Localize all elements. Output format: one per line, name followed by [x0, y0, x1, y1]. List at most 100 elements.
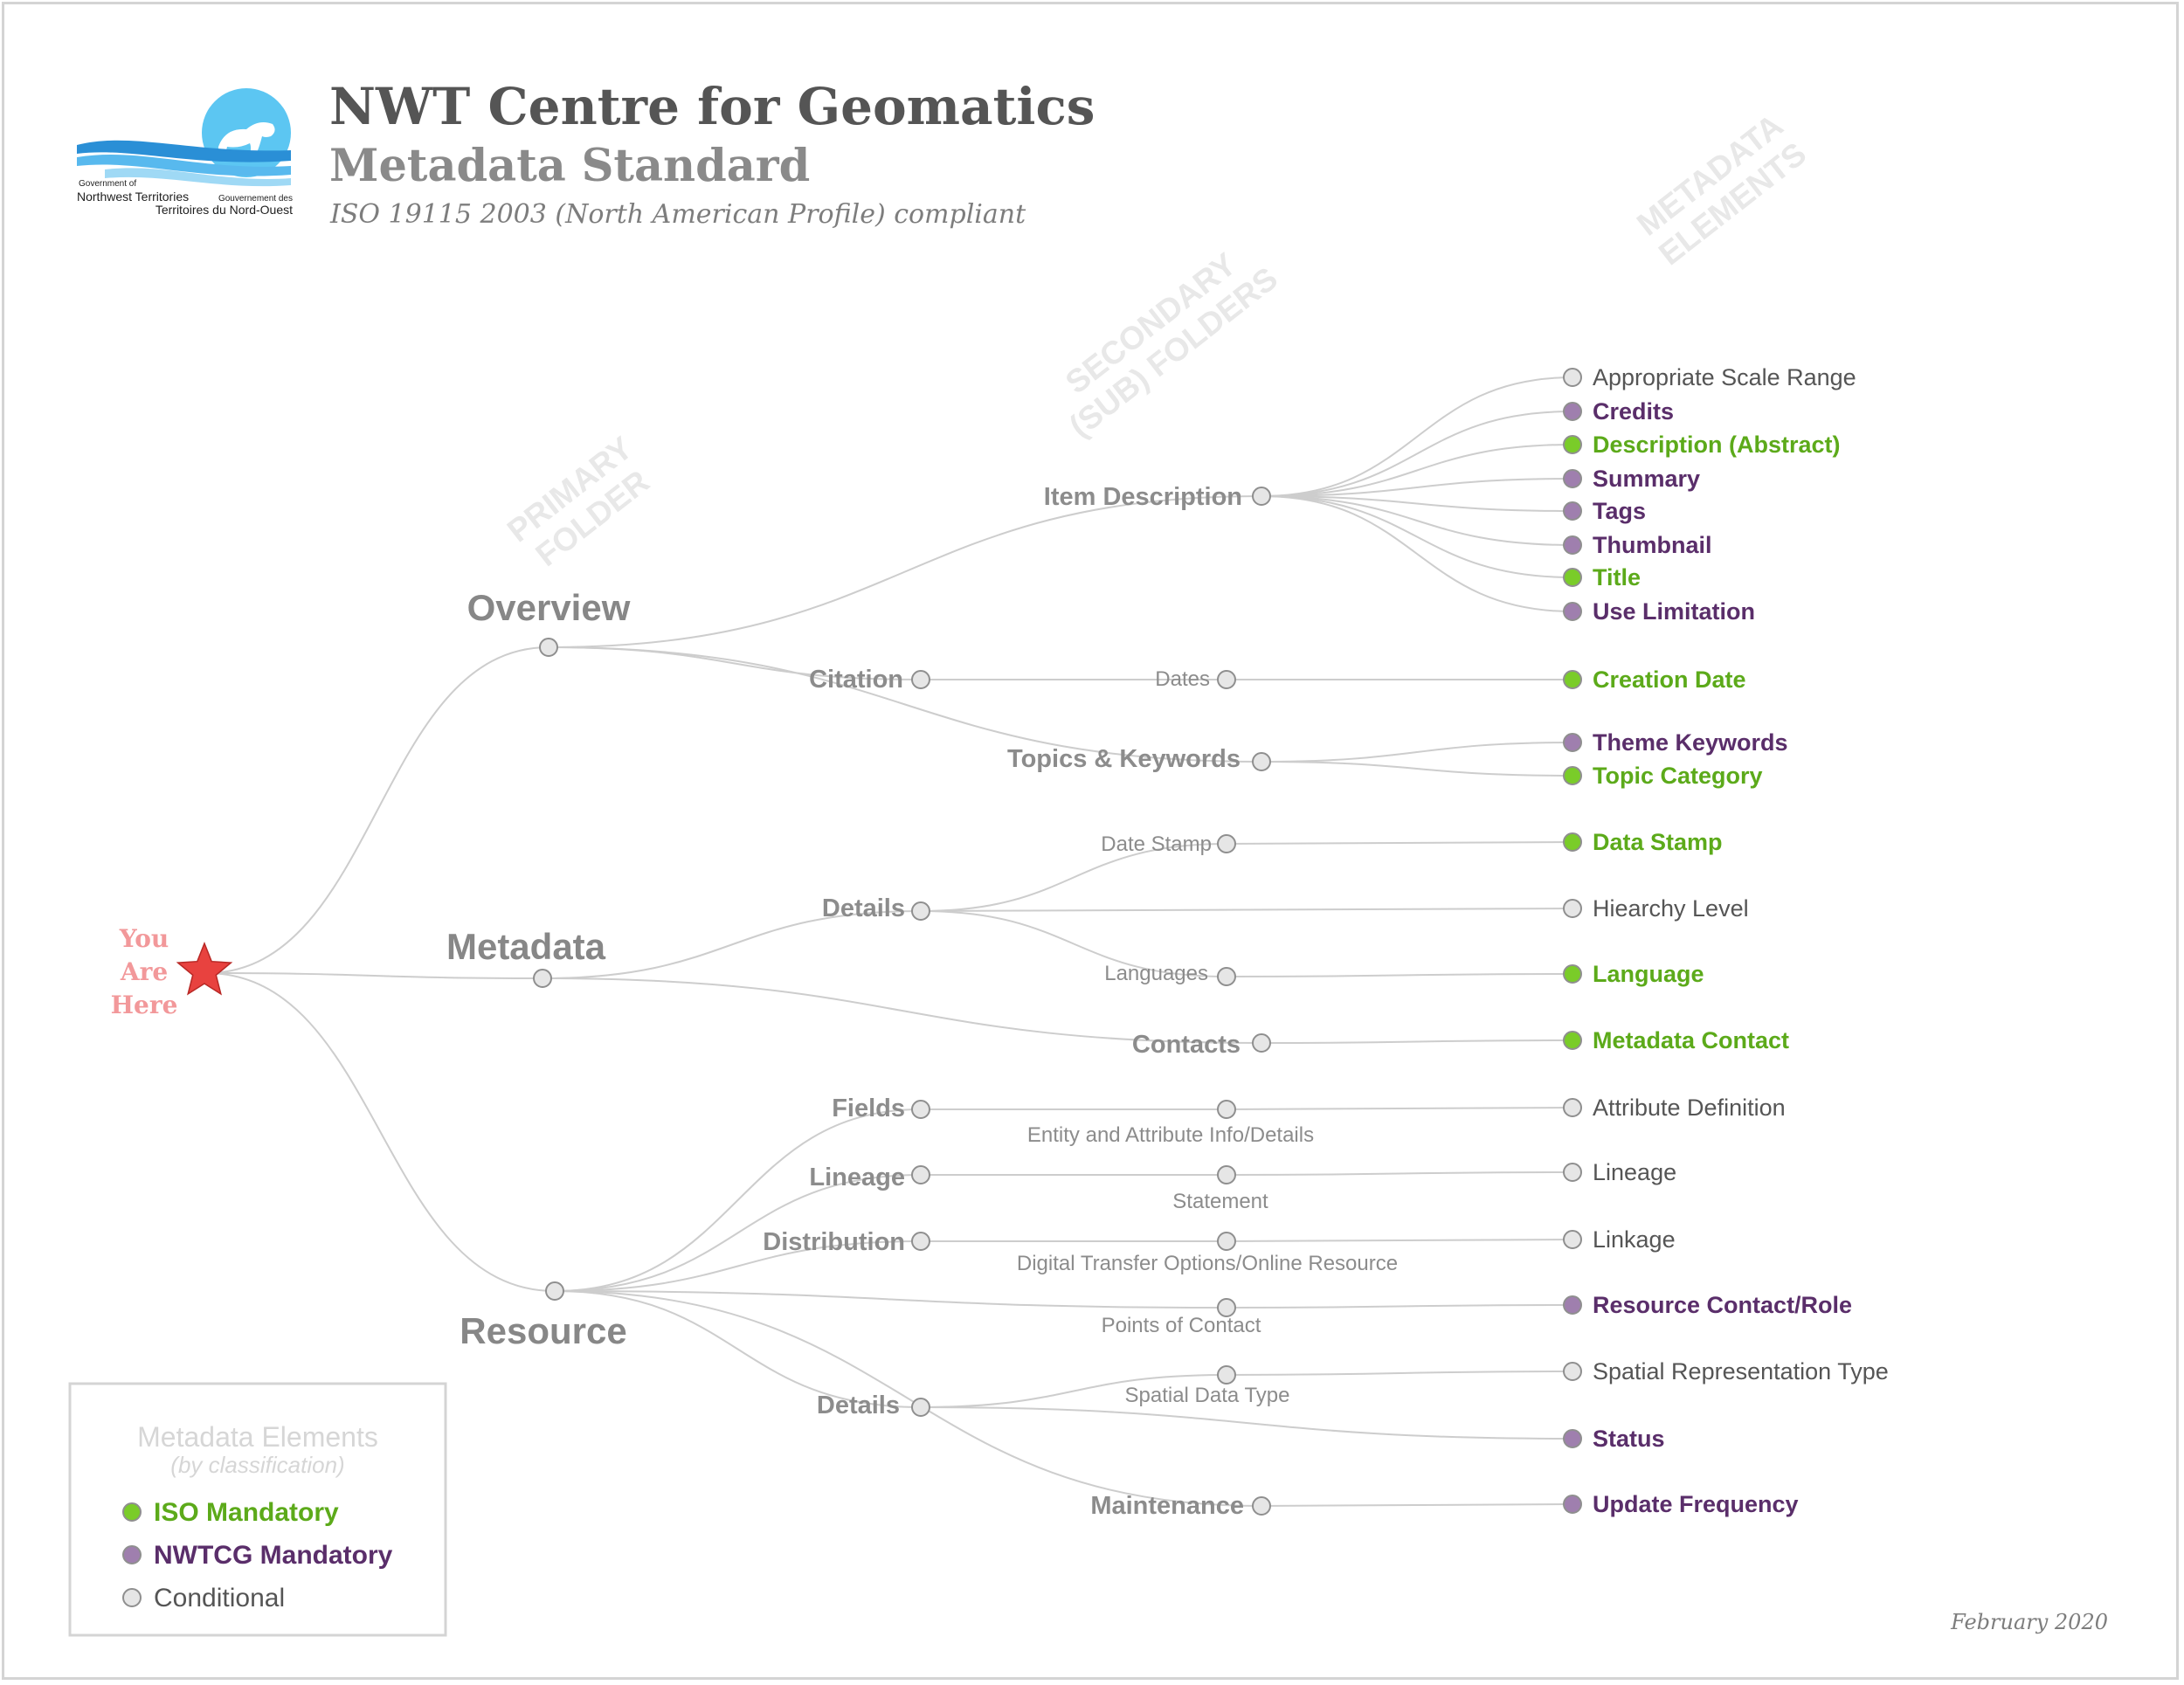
element-data-stamp[interactable]: Data Stamp [1593, 829, 1723, 855]
element-dot-description-abstract[interactable] [1563, 435, 1582, 454]
tertiary-digital-transfer[interactable]: Digital Transfer Options/Online Resource [1017, 1252, 1398, 1275]
element-linkage[interactable]: Linkage [1593, 1226, 1676, 1253]
node-contacts[interactable] [1252, 1033, 1271, 1053]
element-description-abstract[interactable]: Description (Abstract) [1593, 432, 1841, 458]
legend-dot-nwtcg [122, 1545, 142, 1564]
primary-overview[interactable]: Overview [467, 587, 631, 628]
node-dates[interactable] [1217, 670, 1236, 689]
element-use-limitation[interactable]: Use Limitation [1593, 598, 1755, 625]
node-overview[interactable] [539, 638, 558, 657]
footer-date: February 2020 [1950, 1610, 2108, 1634]
element-dot-update-frequency[interactable] [1563, 1495, 1582, 1514]
node-lineage[interactable] [911, 1165, 930, 1184]
element-dot-title[interactable] [1563, 568, 1582, 587]
node-fields[interactable] [911, 1100, 930, 1119]
star-icon [176, 941, 233, 996]
node-resource[interactable] [545, 1281, 564, 1301]
node-spatial-data-type[interactable] [1217, 1365, 1236, 1385]
element-dot-status[interactable] [1563, 1429, 1582, 1448]
element-tags[interactable]: Tags [1593, 498, 1646, 524]
tree-edge [205, 972, 556, 1292]
element-summary[interactable]: Summary [1593, 466, 1700, 492]
node-topics-keywords[interactable] [1252, 752, 1271, 771]
element-dot-resource-contact-role[interactable] [1563, 1295, 1582, 1315]
secondary-citation[interactable]: Citation [809, 666, 903, 694]
node-metadata[interactable] [533, 969, 552, 988]
node-item-description[interactable] [1252, 487, 1271, 506]
element-dot-thumbnail[interactable] [1563, 535, 1582, 555]
element-dot-linkage[interactable] [1563, 1230, 1582, 1249]
tree-edge [1261, 1039, 1573, 1044]
node-digital-transfer[interactable] [1217, 1232, 1236, 1251]
tree-edge [1226, 1304, 1573, 1309]
tree-edge [205, 972, 543, 979]
secondary-item-description[interactable]: Item Description [1044, 483, 1242, 511]
secondary-metadata-details[interactable]: Details [822, 894, 905, 922]
element-dot-credits[interactable] [1563, 402, 1582, 421]
tertiary-date-stamp[interactable]: Date Stamp [1101, 832, 1212, 856]
node-date-stamp[interactable] [1217, 834, 1236, 853]
node-resource-details[interactable] [911, 1398, 930, 1417]
element-credits[interactable]: Credits [1593, 398, 1674, 425]
element-dot-creation-date[interactable] [1563, 670, 1582, 689]
element-attribute-definition[interactable]: Attribute Definition [1593, 1095, 1786, 1121]
element-dot-lineage[interactable] [1563, 1163, 1582, 1182]
element-creation-date[interactable]: Creation Date [1593, 666, 1746, 693]
tertiary-languages[interactable]: Languages [1104, 962, 1208, 985]
tree-edge [1226, 973, 1573, 977]
element-spatial-representation-type[interactable]: Spatial Representation Type [1593, 1358, 1889, 1385]
secondary-fields[interactable]: Fields [832, 1095, 905, 1122]
element-title[interactable]: Title [1593, 564, 1641, 590]
metadata-tree-diagram: Government of Northwest Territories Gouv… [68, 77, 2108, 1637]
secondary-resource-details[interactable]: Details [817, 1392, 900, 1419]
tertiary-statement[interactable]: Statement [1172, 1190, 1268, 1213]
secondary-contacts[interactable]: Contacts [1132, 1031, 1241, 1059]
node-citation[interactable] [911, 670, 930, 689]
element-dot-hiearchy-level[interactable] [1563, 899, 1582, 918]
node-metadata-details[interactable] [911, 901, 930, 921]
node-maintenance[interactable] [1252, 1496, 1271, 1516]
element-dot-summary[interactable] [1563, 469, 1582, 488]
secondary-lineage[interactable]: Lineage [809, 1164, 905, 1191]
element-theme-keywords[interactable]: Theme Keywords [1593, 729, 1788, 756]
element-dot-appropriate-scale-range[interactable] [1563, 368, 1582, 387]
element-thumbnail[interactable]: Thumbnail [1593, 532, 1712, 558]
element-update-frequency[interactable]: Update Frequency [1593, 1491, 1799, 1517]
element-appropriate-scale-range[interactable]: Appropriate Scale Range [1593, 364, 1856, 390]
element-topic-category[interactable]: Topic Category [1593, 763, 1763, 789]
secondary-distribution[interactable]: Distribution [763, 1228, 905, 1256]
tree-edge [1261, 411, 1573, 497]
element-dot-attribute-definition[interactable] [1563, 1098, 1582, 1117]
element-metadata-contact[interactable]: Metadata Contact [1593, 1027, 1789, 1053]
tertiary-spatial-data-type[interactable]: Spatial Data Type [1124, 1384, 1289, 1407]
element-dot-spatial-representation-type[interactable] [1563, 1362, 1582, 1381]
tertiary-entity-attribute[interactable]: Entity and Attribute Info/Details [1027, 1123, 1314, 1147]
element-dot-metadata-contact[interactable] [1563, 1031, 1582, 1050]
element-dot-theme-keywords[interactable] [1563, 733, 1582, 752]
element-lineage[interactable]: Lineage [1593, 1159, 1676, 1185]
tree-edge [548, 495, 1262, 648]
element-dot-topic-category[interactable] [1563, 766, 1582, 785]
element-hiearchy-level[interactable]: Hiearchy Level [1593, 895, 1749, 922]
node-statement[interactable] [1217, 1165, 1236, 1184]
element-resource-contact-role[interactable]: Resource Contact/Role [1593, 1292, 1852, 1318]
element-dot-language[interactable] [1563, 964, 1582, 984]
node-distribution[interactable] [911, 1232, 930, 1251]
element-status[interactable]: Status [1593, 1426, 1665, 1452]
node-languages[interactable] [1217, 967, 1236, 986]
node-entity-attribute[interactable] [1217, 1100, 1236, 1119]
gnwt-logo: Government of Northwest Territories Gouv… [77, 88, 293, 217]
tertiary-dates[interactable]: Dates [1155, 667, 1210, 691]
tree-edge [1226, 1171, 1573, 1176]
element-dot-use-limitation[interactable] [1563, 602, 1582, 621]
element-dot-tags[interactable] [1563, 501, 1582, 521]
primary-metadata[interactable]: Metadata [446, 926, 606, 967]
secondary-maintenance[interactable]: Maintenance [1090, 1492, 1244, 1520]
element-dot-data-stamp[interactable] [1563, 832, 1582, 852]
tree-edge [554, 1108, 922, 1292]
element-language[interactable]: Language [1593, 961, 1704, 987]
tertiary-points-of-contact[interactable]: Points of Contact [1102, 1314, 1261, 1337]
tree-edge [920, 908, 1573, 912]
primary-resource[interactable]: Resource [460, 1310, 626, 1351]
secondary-topics-keywords[interactable]: Topics & Keywords [1007, 745, 1241, 773]
